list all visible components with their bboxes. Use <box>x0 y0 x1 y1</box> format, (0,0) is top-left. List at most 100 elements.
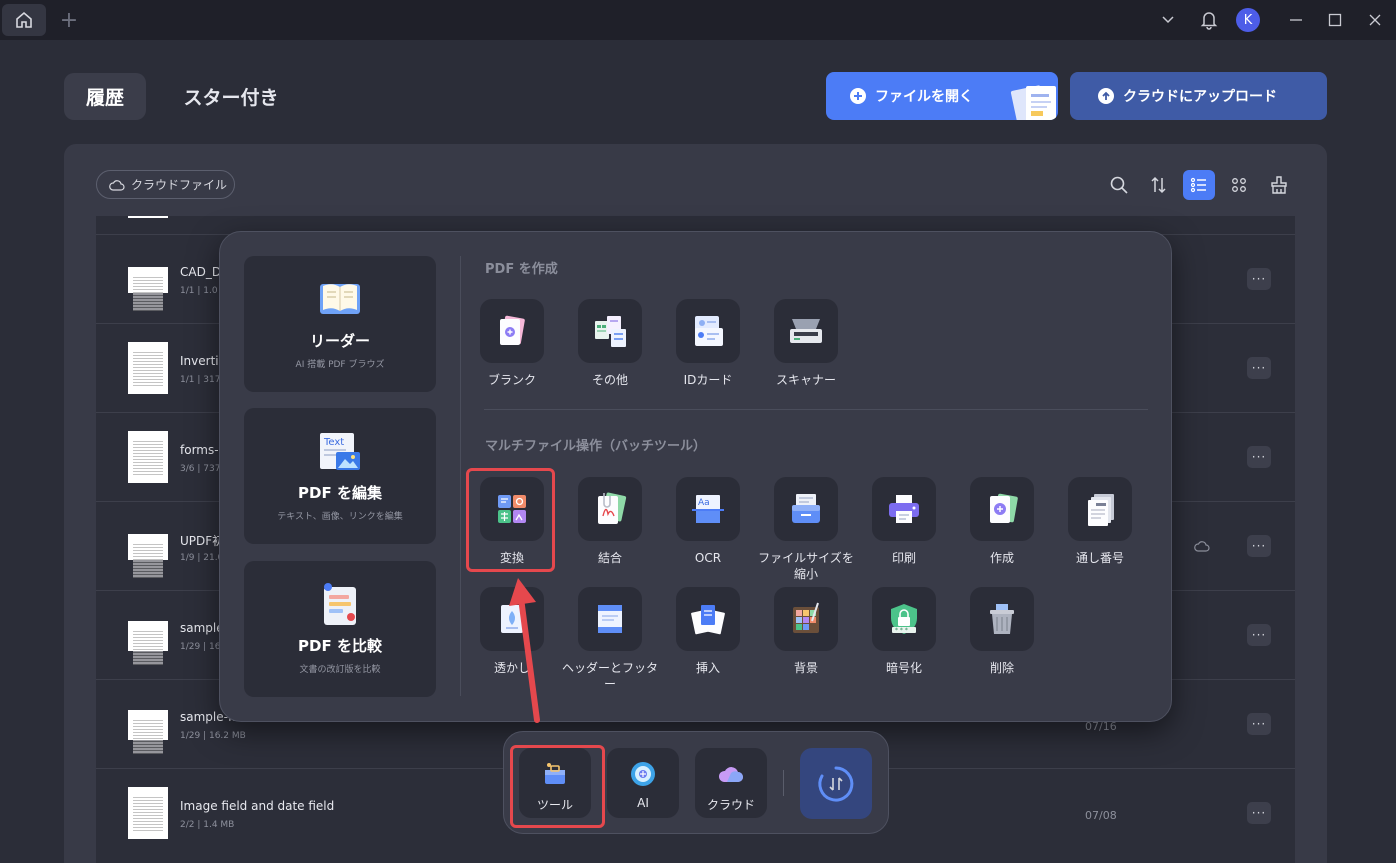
edit-pdf-card[interactable]: Text PDF を編集 テキスト、画像、リンクを編集 <box>244 408 436 544</box>
file-thumbnail <box>128 710 168 754</box>
documents-illustration-icon <box>1010 85 1056 120</box>
tool-label: 挿入 <box>695 661 720 675</box>
more-options-button[interactable]: ··· <box>1247 268 1271 290</box>
tab-starred[interactable]: スター付き <box>168 73 294 120</box>
new-tab-button[interactable]: + <box>58 8 80 33</box>
upload-cloud-button[interactable]: クラウドにアップロード <box>1070 72 1327 120</box>
edit-text-icon: Text <box>320 433 360 470</box>
tool-label: ブランク <box>487 373 536 387</box>
combine-icon <box>598 492 627 524</box>
upload-icon <box>1098 88 1114 104</box>
tool-label: ファイルサイズを縮小 <box>758 551 854 581</box>
other-tool[interactable]: その他 <box>561 299 659 395</box>
thumbnail-fragment <box>128 216 168 218</box>
card-subtitle: 文書の改訂版を比較 <box>299 665 381 675</box>
trash-icon <box>990 604 1014 634</box>
tool-label: 印刷 <box>891 551 916 565</box>
cloud-files-label: クラウドファイル <box>131 178 228 192</box>
more-options-button[interactable]: ··· <box>1247 535 1271 557</box>
tool-label: OCR <box>694 551 722 565</box>
ocr-tool[interactable]: Aa OCR <box>659 477 757 573</box>
more-options-button[interactable]: ··· <box>1247 713 1271 735</box>
dock-ai-button[interactable]: AI <box>607 748 679 818</box>
sort-icon[interactable] <box>1143 170 1175 200</box>
close-icon[interactable] <box>1362 8 1388 32</box>
file-meta: 1/1 | 1.0 <box>180 286 218 296</box>
blank-tool[interactable]: ブランク <box>463 299 561 395</box>
compare-docs-icon <box>324 583 356 625</box>
more-options-button[interactable]: ··· <box>1247 624 1271 646</box>
card-subtitle: AI 搭載 PDF ブラウズ <box>295 360 385 370</box>
list-view-icon[interactable] <box>1183 170 1215 200</box>
batch-section-title: マルチファイル操作（バッチツール） <box>485 439 707 454</box>
create-tool[interactable]: 作成 <box>953 477 1051 573</box>
more-options-button[interactable]: ··· <box>1247 802 1271 824</box>
file-meta: 2/2 | 1.4 MB <box>180 820 235 830</box>
other-formats-icon <box>595 316 626 347</box>
chevron-down-icon[interactable] <box>1155 8 1181 32</box>
avatar[interactable]: K <box>1236 8 1260 32</box>
file-thumbnail <box>128 787 168 839</box>
print-tool[interactable]: 印刷 <box>855 477 953 573</box>
dock-label: AI <box>637 796 649 810</box>
scanner-tool[interactable]: スキャナー <box>757 299 855 395</box>
highlight-frame-convert <box>466 468 555 572</box>
file-thumbnail <box>128 342 168 394</box>
watermark-icon <box>501 605 523 633</box>
encrypt-tool[interactable]: * * * 暗号化 <box>855 587 953 683</box>
open-file-label: ファイルを開く <box>875 89 973 105</box>
file-date: 07/08 <box>1085 809 1117 822</box>
ocr-icon: Aa <box>692 495 724 523</box>
book-icon <box>320 284 360 314</box>
home-tab[interactable] <box>2 4 46 36</box>
tab-history[interactable]: 履歴 <box>64 73 146 120</box>
file-meta: 1/1 | 317 <box>180 375 221 385</box>
cloud-icon <box>109 179 125 191</box>
bates-number-tool[interactable]: 通し番号 <box>1051 477 1149 573</box>
header-footer-tool[interactable]: ヘッダーとフッター <box>561 587 659 691</box>
tool-label: スキャナー <box>775 373 836 387</box>
blank-page-icon <box>500 315 525 345</box>
file-name: UPDF初 <box>180 534 225 548</box>
card-title: リーダー <box>309 332 370 350</box>
compress-tool[interactable]: ファイルサイズを縮小 <box>757 477 855 581</box>
file-name: Image field and date field <box>180 799 335 813</box>
bell-icon[interactable] <box>1196 8 1222 32</box>
compare-pdf-card[interactable]: PDF を比較 文書の改訂版を比較 <box>244 561 436 697</box>
plus-circle-icon <box>850 88 866 104</box>
clean-broom-icon[interactable] <box>1263 170 1295 200</box>
delete-tool[interactable]: 削除 <box>953 587 1051 683</box>
cloud-files-chip[interactable]: クラウドファイル <box>96 170 235 199</box>
file-name: CAD_D <box>180 265 222 279</box>
more-options-button[interactable]: ··· <box>1247 357 1271 379</box>
dock-sync-button[interactable] <box>800 748 872 819</box>
file-thumbnail <box>128 431 168 483</box>
combine-tool[interactable]: 結合 <box>561 477 659 573</box>
file-thumbnail <box>128 534 168 578</box>
file-name: sample <box>180 621 224 635</box>
home-icon <box>16 11 32 28</box>
svg-text:* * *: * * * <box>895 627 908 634</box>
printer-icon <box>889 495 919 523</box>
grid-view-icon[interactable] <box>1223 170 1255 200</box>
minimize-icon[interactable] <box>1283 8 1309 32</box>
watermark-tool[interactable]: 透かし <box>463 587 561 683</box>
reader-card[interactable]: リーダー AI 搭載 PDF ブラウズ <box>244 256 436 392</box>
tool-label: IDカード <box>683 373 733 387</box>
lock-icon: * * * <box>891 604 917 634</box>
open-file-button[interactable]: ファイルを開く <box>826 72 1058 120</box>
insert-tool[interactable]: 挿入 <box>659 587 757 683</box>
compress-icon <box>792 494 820 523</box>
background-tool[interactable]: 背景 <box>757 587 855 683</box>
search-icon[interactable] <box>1103 170 1135 200</box>
more-options-button[interactable]: ··· <box>1247 446 1271 468</box>
card-title: PDF を比較 <box>298 637 382 655</box>
sync-icon <box>818 766 854 801</box>
dock-cloud-button[interactable]: クラウド <box>695 748 767 818</box>
create-icon <box>990 493 1018 523</box>
maximize-icon[interactable] <box>1322 8 1348 32</box>
tool-label: 背景 <box>793 661 818 675</box>
dock-separator <box>783 770 784 796</box>
id-card-tool[interactable]: IDカード <box>659 299 757 395</box>
file-thumbnail <box>128 621 168 665</box>
